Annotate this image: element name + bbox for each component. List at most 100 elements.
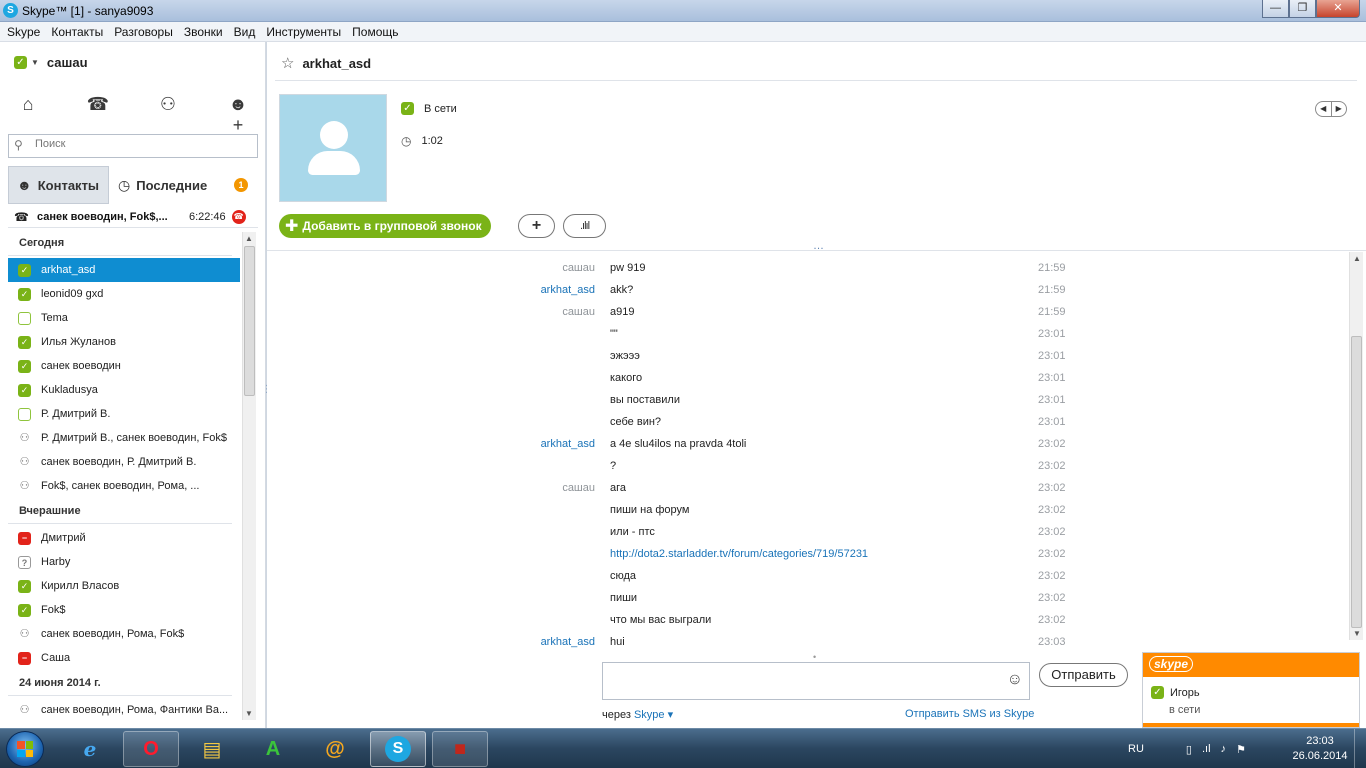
taskbar-clock[interactable]: 23:03 26.06.2014 (1292, 734, 1348, 764)
add-to-group-call-button[interactable]: ✚ Добавить в групповой звонок (279, 214, 491, 238)
contact-item[interactable]: ✓ arkhat_asd (8, 258, 240, 282)
signal-icon[interactable]: .ıl (1202, 743, 1211, 755)
contact-item[interactable]: ⚇ санек воеводин, Рома, Fok$ (8, 622, 240, 646)
sidebar-scrollbar[interactable]: ▲ ▼ (242, 232, 256, 720)
send-button[interactable]: Отправить (1039, 663, 1128, 687)
contact-item[interactable]: ✓ Kukladusya (8, 378, 240, 402)
call-quality-button[interactable]: .ılıl (563, 214, 606, 238)
language-indicator[interactable]: RU (1128, 743, 1144, 755)
emoticon-icon[interactable]: ☺ (1007, 671, 1023, 689)
user-status[interactable]: ✓ ▼ сашаu (14, 52, 88, 72)
message-input[interactable]: ☺ (602, 662, 1030, 700)
dota-2-icon[interactable]: ■ (432, 731, 488, 767)
search-input[interactable] (35, 138, 245, 150)
scroll-down-icon[interactable]: ▼ (245, 709, 253, 718)
contact-item[interactable]: − Дмитрий (8, 526, 240, 550)
message-text: a919 (610, 306, 635, 318)
contact-item[interactable]: ⚇ санек воеводин, Рома, Фантики Ва... (8, 698, 240, 718)
star-icon[interactable]: ☆ (281, 55, 294, 72)
message-time: 23:01 (1038, 372, 1066, 384)
menu-calls[interactable]: Звонки (177, 22, 227, 39)
group-icon[interactable]: ⚇ (156, 94, 180, 136)
tab-contacts[interactable]: ☻ Контакты (8, 166, 109, 204)
menu-view[interactable]: Вид (227, 22, 260, 39)
mail-agent-icon[interactable]: @ (307, 731, 363, 767)
home-icon[interactable]: ⌂ (16, 94, 40, 136)
folder-icon[interactable]: ▤ (184, 731, 240, 767)
contact-item[interactable]: ⚇ санек воеводин, Р. Дмитрий В. (8, 450, 240, 474)
contact-item[interactable]: ? Harby (8, 550, 240, 574)
scroll-up-icon[interactable]: ▲ (1353, 254, 1361, 263)
phone-icon[interactable]: ☎ (86, 94, 110, 136)
menu-contacts[interactable]: Контакты (44, 22, 107, 39)
scroll-thumb[interactable] (244, 246, 255, 396)
message-row: себе вин? 23:01 (267, 411, 1347, 433)
tab-recent[interactable]: ◷ Последние 1 (112, 166, 258, 204)
message-text: akk? (610, 284, 634, 296)
online-status-icon: ✓ (18, 359, 31, 373)
close-button[interactable]: ✕ (1316, 0, 1360, 18)
message-text: пиши (610, 592, 638, 604)
arrow-left-icon[interactable]: ◀ (1316, 102, 1332, 116)
network-icon[interactable]: ▯ (1186, 743, 1192, 756)
flag-icon[interactable]: ⚑ (1236, 743, 1246, 756)
message-time: 23:02 (1038, 526, 1066, 538)
plus-icon: + (531, 217, 542, 234)
contact-item[interactable]: ✓ Fok$ (8, 598, 240, 622)
chevron-down-icon: ▾ (667, 709, 674, 721)
skype-app-icon: S (3, 3, 18, 18)
scroll-thumb[interactable] (1351, 336, 1362, 628)
menu-skype[interactable]: Skype (0, 22, 44, 39)
contact-item[interactable]: Р. Дмитрий В. (8, 402, 240, 426)
start-button[interactable] (6, 731, 44, 767)
opera-icon[interactable]: O (123, 731, 179, 767)
skype-logo: skype (1149, 656, 1194, 672)
notification-status: в сети (1169, 704, 1201, 716)
menu-conversations[interactable]: Разговоры (107, 22, 177, 39)
contact-item[interactable]: ⚇ Fok$, санек воеводин, Рома, ... (8, 474, 240, 498)
add-contact-icon[interactable]: ☻+ (226, 94, 250, 136)
internet-explorer-icon[interactable]: e (62, 731, 118, 767)
scroll-up-icon[interactable]: ▲ (245, 234, 253, 243)
active-call[interactable]: ☎ санек воеводин, Fok$,... 6:22:46 ☎ (8, 206, 258, 228)
group-icon: ⚇ (19, 431, 30, 444)
arrow-right-icon[interactable]: ▶ (1332, 102, 1347, 116)
add-to-group-call-label: Добавить в групповой звонок (302, 219, 482, 233)
contact-item[interactable]: ✓ leonid09 gxd (8, 282, 240, 306)
search-box[interactable]: ⚲ (8, 134, 258, 158)
hang-up-icon[interactable]: ☎ (231, 209, 246, 224)
add-button[interactable]: + (518, 214, 555, 238)
skype-taskbar-icon[interactable]: S (370, 731, 426, 767)
contact-item[interactable]: Tema (8, 306, 240, 330)
notification-popup[interactable]: skype ✓ Игорь в сети (1142, 652, 1360, 728)
minimize-button[interactable]: — (1262, 0, 1289, 18)
local-time-text: 1:02 (421, 135, 443, 147)
menu-tools[interactable]: Инструменты (259, 22, 345, 39)
menu-help[interactable]: Помощь (345, 22, 402, 39)
clock-icon: ◷ (401, 134, 412, 148)
person-icon: ☻ (17, 177, 32, 193)
message-sender: сашаu (562, 482, 595, 494)
volume-icon[interactable]: ♪ (1221, 743, 1227, 755)
message-row: эжэээ 23:01 (267, 345, 1347, 367)
resize-handle[interactable]: • (813, 652, 816, 662)
show-desktop-button[interactable] (1354, 729, 1366, 768)
app-a-icon[interactable]: A (245, 731, 301, 767)
scroll-down-icon[interactable]: ▼ (1353, 629, 1361, 638)
send-via: через Skype ▾ (602, 708, 673, 721)
send-sms-link[interactable]: Отправить SMS из Skype (905, 708, 1034, 720)
contact-item[interactable]: ✓ Кирилл Власов (8, 574, 240, 598)
contact-item[interactable]: ✓ Илья Жуланов (8, 330, 240, 354)
maximize-button[interactable]: ❐ (1289, 0, 1316, 18)
message-link[interactable]: http://dota2.starladder.tv/forum/categor… (610, 548, 868, 560)
online-status-icon: ✓ (18, 335, 31, 349)
contact-item[interactable]: ⚇ Р. Дмитрий В., санек воеводин, Fok$ (8, 426, 240, 450)
contact-item[interactable]: ✓ санек воеводин (8, 354, 240, 378)
via-service-dropdown[interactable]: Skype ▾ (634, 709, 673, 721)
notification-bar (1143, 723, 1359, 727)
contact-item[interactable]: − Саша (8, 646, 240, 670)
message-row: arkhat_asd akk? 21:59 (267, 279, 1347, 301)
chat-scrollbar[interactable]: ▲ ▼ (1349, 252, 1363, 640)
user-name: сашаu (46, 54, 88, 70)
message-sender: arkhat_asd (540, 636, 595, 648)
